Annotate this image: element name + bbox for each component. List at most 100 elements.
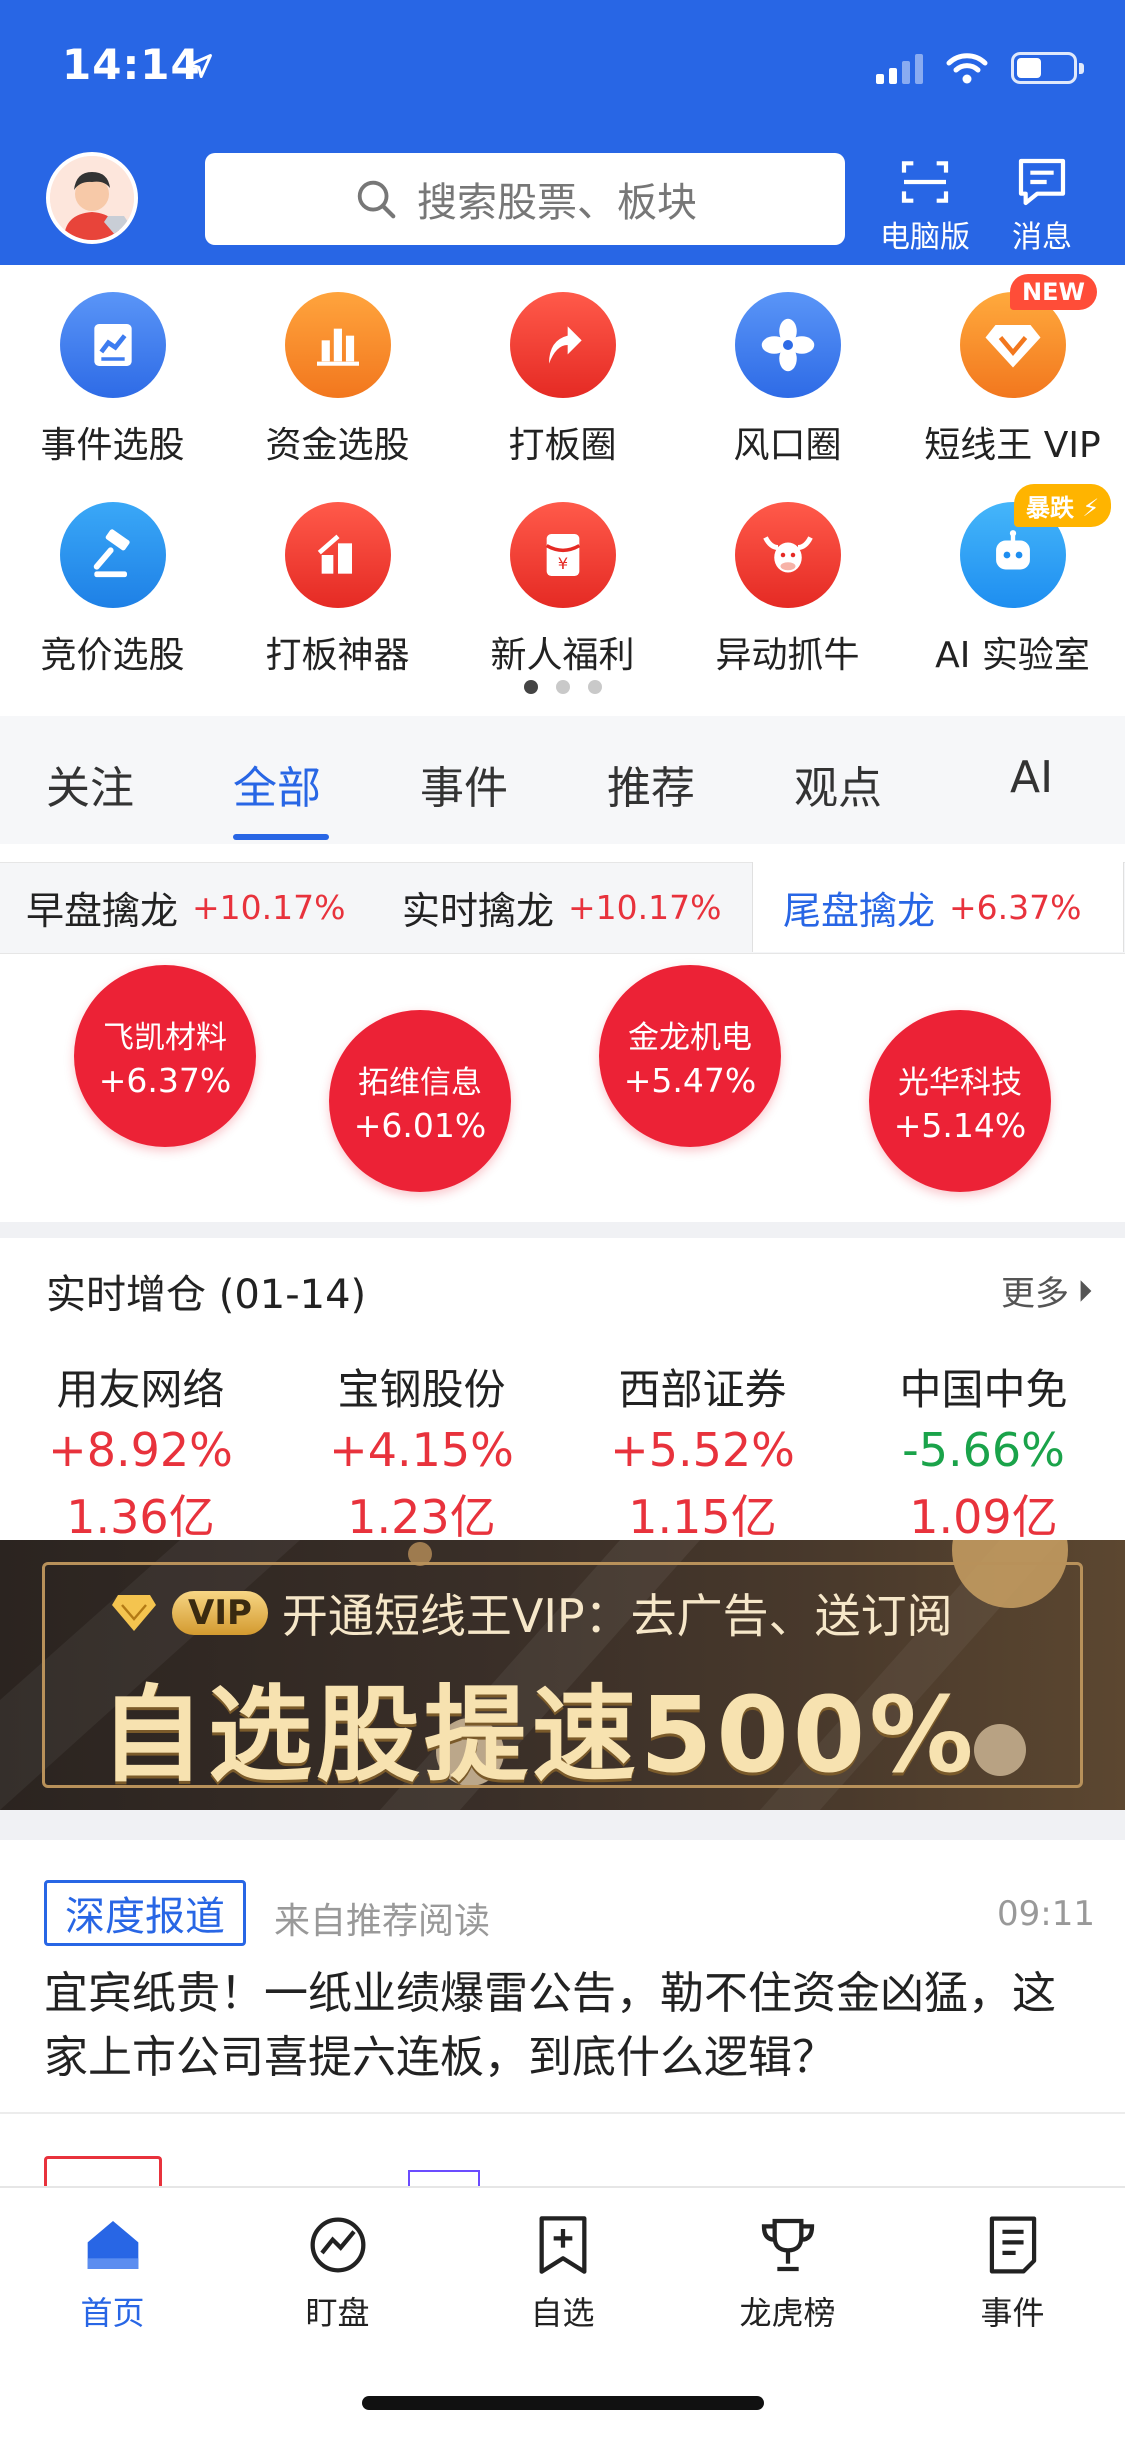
cellular-signal-icon	[876, 52, 923, 84]
nav-watchlist[interactable]: 自选	[450, 2210, 675, 2334]
section-divider	[0, 1810, 1125, 1840]
subtab-realtime-dragon[interactable]: 实时擒龙 +10.17%	[402, 862, 722, 952]
banner-line1: 开通短线王VIP：去广告、送订阅	[281, 1589, 953, 1643]
crash-badge: 暴跌 ⚡	[1014, 484, 1112, 527]
bull-icon	[734, 502, 841, 608]
bubble-pct: +6.01%	[353, 1106, 487, 1145]
bubble-pct: +6.37%	[98, 1061, 232, 1100]
stock-item[interactable]: 中国中免 -5.66% 1.09亿	[843, 1356, 1124, 1547]
section-divider	[0, 1222, 1125, 1238]
nav-label: 事件	[980, 2294, 1045, 2332]
stock-amount: 1.15亿	[628, 1490, 777, 1544]
stock-change: -5.66%	[902, 1423, 1065, 1477]
grid-item-auction-picks[interactable]: 竞价选股	[0, 502, 225, 678]
stock-bubble[interactable]: 金龙机电 +5.47%	[599, 965, 781, 1147]
tab-recommend[interactable]: 推荐	[607, 752, 695, 816]
nav-events[interactable]: 事件	[900, 2210, 1125, 2334]
nav-home[interactable]: 首页	[0, 2210, 225, 2334]
grid-item-limit-up-tool[interactable]: 打板神器	[225, 502, 450, 678]
nav-leaderboard[interactable]: 龙虎榜	[675, 2210, 900, 2334]
grid-item-fund-picks[interactable]: 资金选股	[225, 292, 450, 468]
page-dot	[555, 680, 570, 694]
user-avatar-icon	[50, 156, 134, 240]
subtab-closing-dragon[interactable]: 尾盘擒龙 +6.37%	[752, 862, 1124, 952]
tab-follow[interactable]: 关注	[46, 752, 134, 816]
stock-change: +8.92%	[48, 1423, 233, 1477]
grid-item-trend-circle[interactable]: 风口圈	[675, 292, 900, 468]
subtab-pct: +10.17%	[568, 887, 722, 927]
messages-label: 消息	[1012, 220, 1072, 255]
subtab-morning-dragon[interactable]: 早盘擒龙 +10.17%	[26, 862, 346, 952]
news-headline[interactable]: 宜宾纸贵！一纸业绩爆雷公告，勒不住资金凶猛，这家上市公司喜提六连板，到底什么逻辑…	[44, 1962, 1089, 2090]
tab-ai[interactable]: AI	[1010, 752, 1053, 803]
nav-label: 首页	[80, 2294, 145, 2332]
stock-name: 西部证券	[618, 1365, 787, 1414]
tab-events[interactable]: 事件	[420, 752, 508, 816]
search-icon	[357, 180, 396, 219]
battery-icon	[1011, 52, 1084, 84]
desktop-version-button[interactable]: 电脑版	[875, 154, 975, 255]
status-icons	[876, 48, 1084, 88]
grid-item-label: 竞价选股	[40, 635, 185, 676]
grid-item-vip[interactable]: 短线王 VIP	[900, 292, 1125, 468]
message-icon	[1018, 158, 1066, 206]
new-badge: NEW	[1010, 274, 1097, 310]
subtab-label: 早盘擒龙	[26, 888, 179, 933]
stock-item[interactable]: 西部证券 +5.52% 1.15亿	[562, 1356, 843, 1547]
scan-frame-icon	[901, 161, 949, 203]
nav-watch[interactable]: 盯盘	[225, 2210, 450, 2334]
page-dot	[523, 680, 538, 694]
gavel-icon	[59, 502, 166, 608]
home-icon	[87, 2221, 138, 2269]
avatar[interactable]	[46, 152, 138, 244]
subtab-label: 尾盘擒龙	[783, 888, 936, 933]
subtab-label: 实时擒龙	[402, 888, 555, 933]
stock-amount: 1.36亿	[66, 1490, 215, 1544]
trend-chart-icon	[310, 2217, 365, 2273]
more-link[interactable]: 更多	[1001, 1266, 1095, 1315]
banner-slogan: 自选股提速500%	[100, 1674, 978, 1796]
stock-change: +5.52%	[610, 1423, 795, 1477]
stock-item[interactable]: 宝钢股份 +4.15% 1.23亿	[281, 1356, 562, 1547]
grid-item-ai-lab[interactable]: AI 实验室	[900, 502, 1125, 678]
realtime-title: 实时增仓 (01-14)	[46, 1272, 367, 1318]
stock-item[interactable]: 用友网络 +8.92% 1.36亿	[0, 1356, 281, 1547]
svg-text:¥: ¥	[557, 554, 567, 573]
bubble-pct: +5.14%	[893, 1106, 1027, 1145]
stock-bubble[interactable]: 拓维信息 +6.01%	[329, 1010, 511, 1192]
stock-bubble[interactable]: 飞凯材料 +6.37%	[74, 965, 256, 1147]
grid-item-label: 风口圈	[733, 425, 842, 466]
news-tag: 深度报道	[44, 1880, 246, 1946]
stock-name: 宝钢股份	[337, 1365, 506, 1414]
grid-item-label: AI 实验室	[935, 635, 1090, 676]
page-indicator	[0, 680, 1125, 694]
news-time: 09:11	[997, 1894, 1095, 1934]
tab-all[interactable]: 全部	[233, 752, 321, 816]
grid-item-limit-up-circle[interactable]: 打板圈	[450, 292, 675, 468]
news-divider	[0, 2112, 1125, 2114]
messages-button[interactable]: 消息	[992, 154, 1092, 255]
bubble-name: 拓维信息	[358, 1065, 482, 1101]
grid-item-newbie-benefits[interactable]: ¥ 新人福利	[450, 502, 675, 678]
home-indicator[interactable]	[362, 2396, 764, 2410]
vip-promo-banner[interactable]: VIP 开通短线王VIP：去广告、送订阅 自选股提速500%	[0, 1540, 1125, 1810]
search-input[interactable]: 搜索股票、板块	[205, 153, 845, 245]
crash-badge-label: 暴跌	[1026, 494, 1074, 522]
bubble-name: 金龙机电	[628, 1020, 752, 1056]
status-time: 14:14	[62, 40, 201, 89]
grid-item-label: 新人福利	[490, 635, 635, 676]
grid-item-label: 打板神器	[265, 635, 410, 676]
news-source: 来自推荐阅读	[274, 1901, 491, 1942]
nav-label: 龙虎榜	[739, 2294, 836, 2332]
page-dot	[587, 680, 602, 694]
nav-label: 盯盘	[305, 2294, 370, 2332]
bookmark-add-icon	[539, 2216, 586, 2274]
nav-label: 自选	[530, 2294, 595, 2332]
grid-item-event-picks[interactable]: 事件选股	[0, 292, 225, 468]
stock-bubble[interactable]: 光华科技 +5.14%	[869, 1010, 1051, 1192]
tab-opinions[interactable]: 观点	[794, 752, 882, 816]
desktop-version-label: 电脑版	[880, 220, 970, 255]
stock-name: 中国中免	[899, 1365, 1068, 1414]
grid-item-bull-catcher[interactable]: 异动抓牛	[675, 502, 900, 678]
bubble-name: 飞凯材料	[103, 1020, 227, 1056]
